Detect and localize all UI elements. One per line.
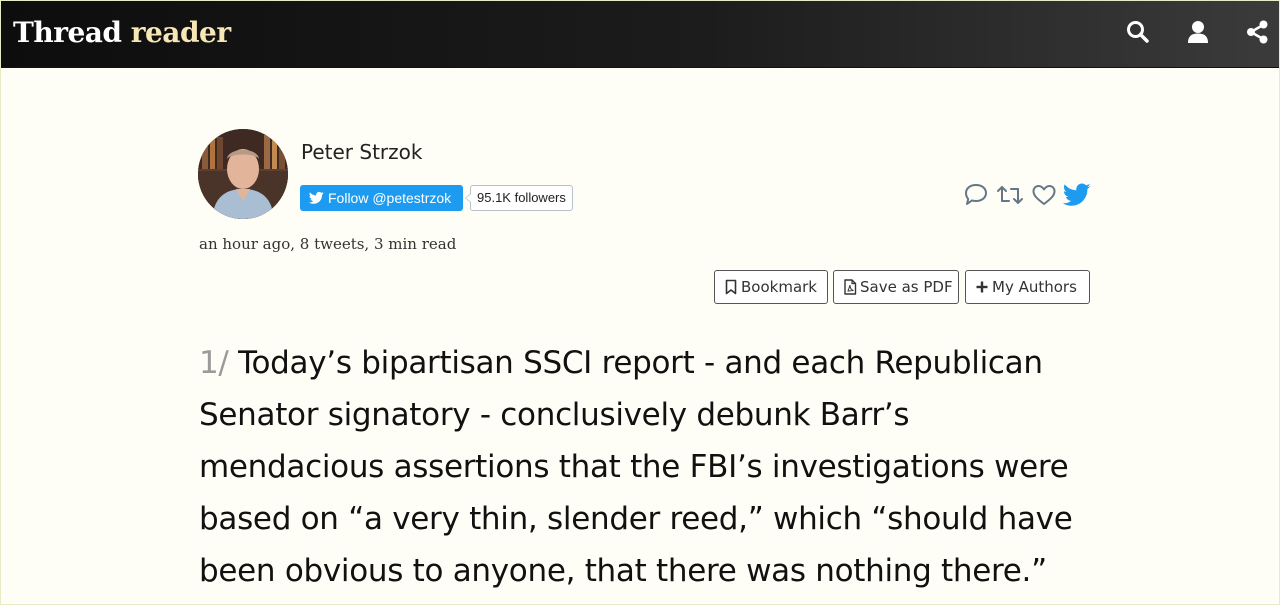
author-name[interactable]: Peter Strzok — [301, 140, 422, 164]
tweet-1: 1/ Today’s bipartisan SSCI report - and … — [199, 337, 1099, 597]
my-authors-button[interactable]: My Authors — [965, 270, 1090, 304]
reply-icon[interactable] — [962, 181, 990, 209]
save-as-pdf-label: Save as PDF — [860, 278, 953, 296]
avatar-photo-icon — [198, 129, 288, 219]
follow-button-label: Follow @petestrzok — [328, 190, 452, 206]
twitter-bird-icon — [309, 191, 324, 204]
follow-button[interactable]: Follow @petestrzok — [300, 185, 463, 211]
tweet-actions — [962, 181, 1092, 209]
thread-meta: an hour ago, 8 tweets, 3 min read — [199, 235, 457, 253]
share-icon[interactable] — [1244, 19, 1270, 45]
tweet-body: Today’s bipartisan SSCI report - and eac… — [199, 345, 1073, 589]
like-icon[interactable] — [1030, 181, 1058, 209]
bookmark-icon — [725, 279, 737, 295]
pdf-file-icon — [844, 279, 857, 295]
top-navbar: Thread reader — [1, 1, 1279, 68]
plus-icon — [976, 281, 988, 293]
twitter-bird-icon[interactable] — [1063, 181, 1091, 209]
bookmark-label: Bookmark — [741, 278, 817, 296]
search-icon[interactable] — [1125, 19, 1151, 45]
bookmark-button[interactable]: Bookmark — [714, 270, 828, 304]
my-authors-label: My Authors — [992, 278, 1077, 296]
retweet-icon[interactable] — [996, 181, 1024, 209]
page: Thread reader Peter Strzok Follow @petes… — [0, 0, 1280, 605]
followers-count-badge: 95.1K followers — [465, 185, 573, 211]
brand-logo[interactable]: Thread reader — [13, 13, 231, 53]
save-as-pdf-button[interactable]: Save as PDF — [833, 270, 959, 304]
avatar[interactable] — [198, 129, 288, 219]
user-icon[interactable] — [1185, 19, 1211, 45]
brand-thread: Thread — [13, 16, 122, 49]
tweet-number: 1/ — [199, 345, 229, 381]
brand-reader: reader — [130, 16, 231, 49]
